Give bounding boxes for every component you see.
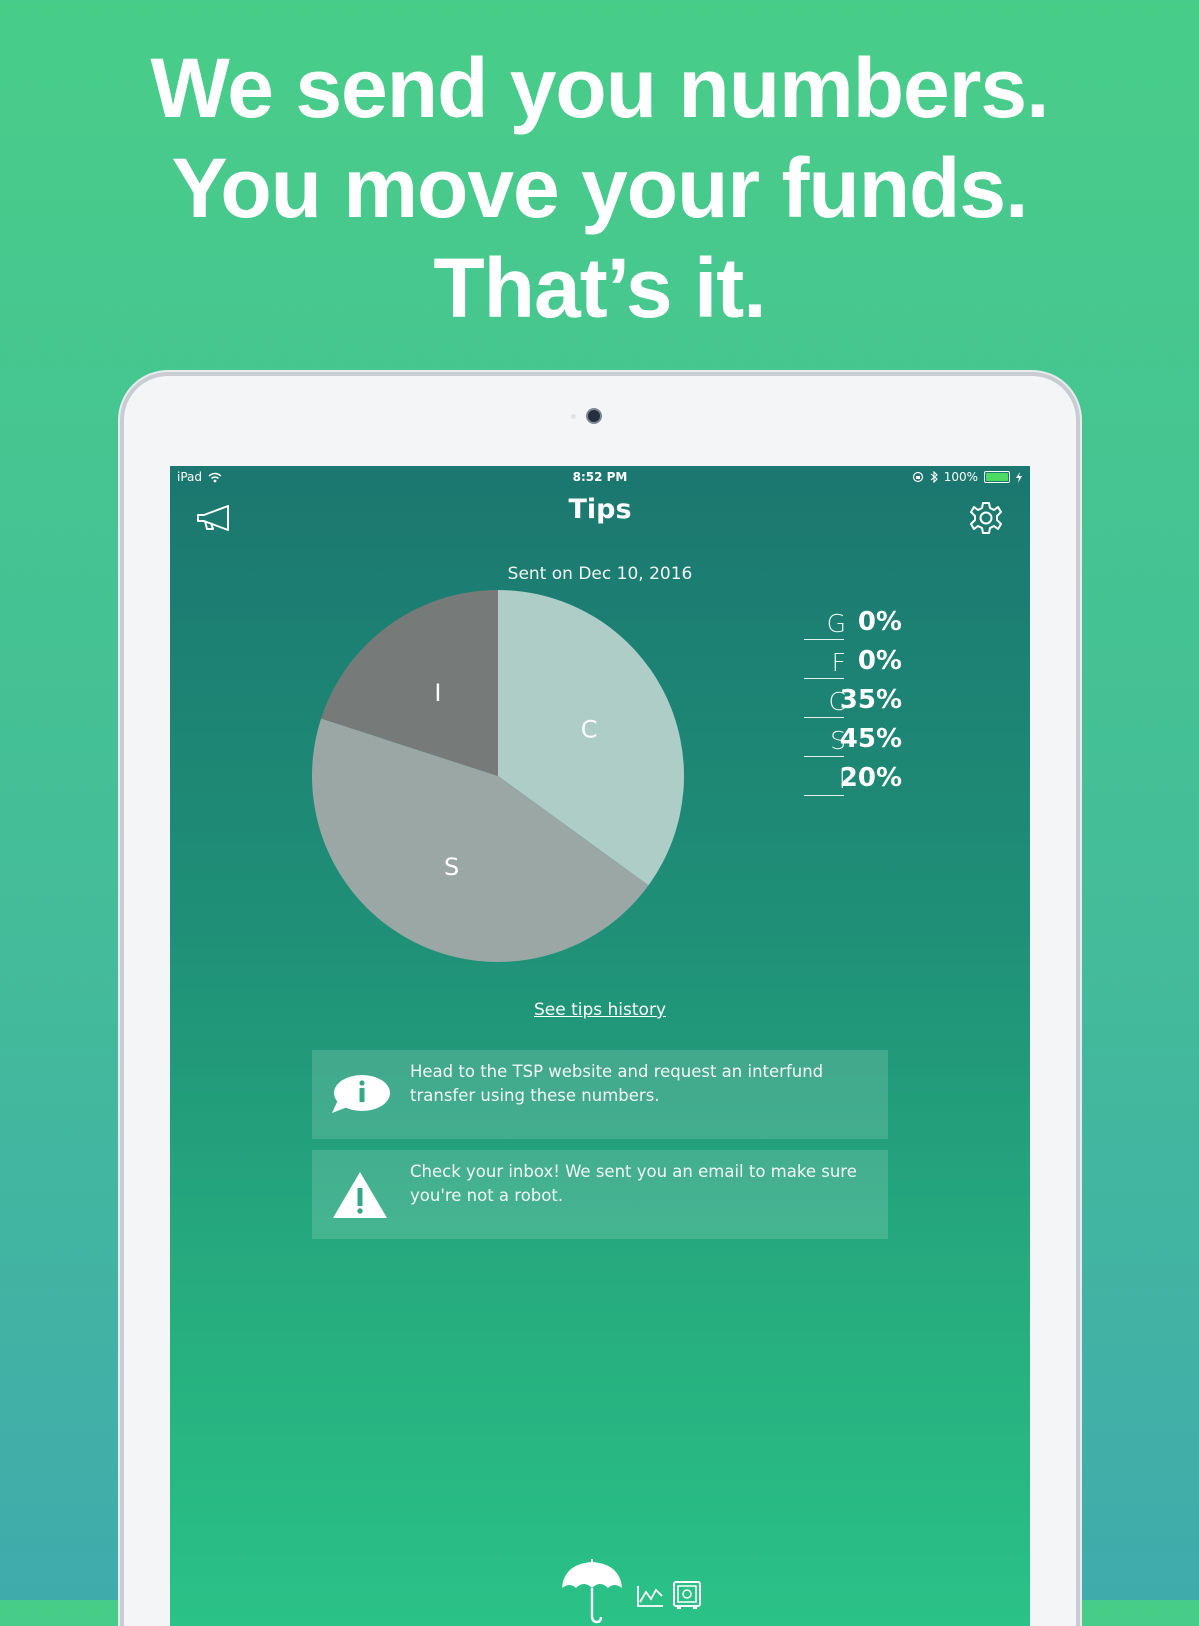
headline: We send you numbers. You move your funds… bbox=[0, 38, 1199, 338]
headline-line-3: That’s it. bbox=[433, 241, 766, 335]
headline-line-1: We send you numbers. bbox=[150, 41, 1050, 135]
allocation-percent: 20% bbox=[839, 763, 902, 793]
safe-icon[interactable] bbox=[672, 1580, 702, 1610]
headline-line-2: You move your funds. bbox=[171, 141, 1029, 235]
allocation-underline bbox=[804, 639, 844, 640]
allocation-percent: 45% bbox=[839, 724, 902, 754]
page-title: Tips bbox=[568, 494, 632, 525]
bluetooth-icon bbox=[930, 471, 938, 483]
allocation-underline bbox=[804, 717, 844, 718]
charging-bolt-icon bbox=[1016, 471, 1022, 483]
status-time: 8:52 PM bbox=[572, 470, 628, 484]
tab-bar bbox=[170, 1556, 1030, 1626]
rotation-lock-icon bbox=[912, 471, 923, 483]
sent-on-date: Sent on Dec 10, 2016 bbox=[507, 564, 693, 584]
line-chart-icon[interactable] bbox=[636, 1584, 664, 1608]
battery-icon bbox=[984, 471, 1010, 483]
allocation-row-g: G 0% bbox=[770, 606, 1030, 645]
front-camera bbox=[588, 410, 600, 422]
info-card: Head to the TSP website and request an i… bbox=[312, 1050, 888, 1139]
pie-slice-label-i: I bbox=[434, 679, 441, 707]
allocation-row-i: I 20% bbox=[770, 762, 1030, 801]
pie-slice-label-c: C bbox=[581, 716, 598, 744]
allocation-fund-label: F bbox=[831, 648, 846, 677]
info-bubble-icon bbox=[332, 1075, 390, 1113]
allocation-row-f: F 0% bbox=[770, 645, 1030, 684]
allocation-percent: 0% bbox=[857, 646, 902, 676]
umbrella-icon[interactable] bbox=[560, 1558, 624, 1626]
warning-icon bbox=[333, 1172, 387, 1218]
allocation-list: G 0% F 0% C 35% S 45% I 20% bbox=[770, 606, 1030, 801]
allocation-row-c: C 35% bbox=[770, 684, 1030, 723]
warning-card: Check your inbox! We sent you an email t… bbox=[312, 1150, 888, 1239]
gear-icon[interactable] bbox=[968, 500, 1004, 536]
allocation-pie-chart: C S I bbox=[311, 590, 685, 963]
ipad-frame: iPad 8:52 PM 100% Tips Sent on Dec 10, 2… bbox=[124, 376, 1076, 1626]
warning-message: Check your inbox! We sent you an email t… bbox=[410, 1162, 857, 1205]
pie-slice-label-s: S bbox=[444, 853, 459, 881]
allocation-percent: 0% bbox=[857, 607, 902, 637]
allocation-percent: 35% bbox=[839, 685, 902, 715]
allocation-underline bbox=[804, 756, 844, 757]
app-screen: iPad 8:52 PM 100% Tips Sent on Dec 10, 2… bbox=[170, 466, 1030, 1626]
status-bar: iPad 8:52 PM 100% bbox=[170, 466, 1030, 488]
allocation-fund-label: G bbox=[826, 609, 846, 638]
allocation-row-s: S 45% bbox=[770, 723, 1030, 762]
info-message: Head to the TSP website and request an i… bbox=[410, 1062, 824, 1105]
allocation-underline bbox=[804, 678, 844, 679]
see-tips-history-link[interactable]: See tips history bbox=[170, 1000, 1030, 1020]
battery-percent: 100% bbox=[943, 470, 978, 484]
allocation-underline bbox=[804, 795, 844, 796]
ambient-sensor bbox=[571, 414, 576, 419]
